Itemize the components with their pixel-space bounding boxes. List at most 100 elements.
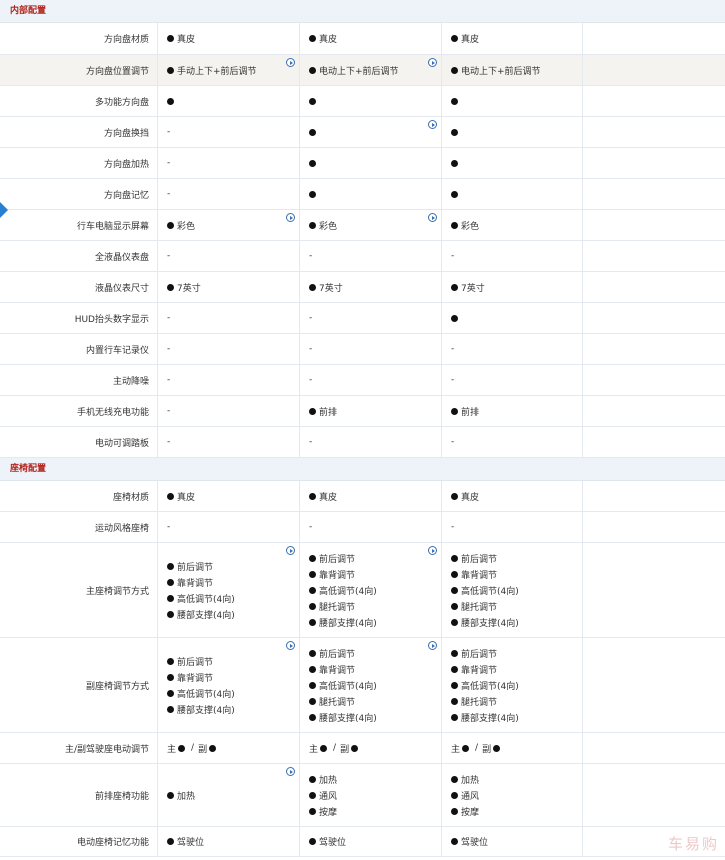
spec-cell: 7英寸 (442, 272, 583, 302)
play-video-icon[interactable] (428, 641, 437, 650)
spec-value-text: 彩色 (461, 221, 480, 232)
table-row: 液晶仪表尺寸 7英寸 7英寸 7英寸 (0, 272, 725, 303)
spec-value-line: 靠背调节 (167, 669, 299, 685)
spec-value-line: 通风 (309, 787, 441, 803)
spec-cell: 驾驶位 (158, 827, 300, 856)
spec-value-text: 腰部支撑(4向) (461, 713, 519, 724)
standard-dot-icon (309, 283, 316, 291)
spec-value-line: - (309, 248, 441, 264)
spec-cell: 驾驶位 (300, 827, 442, 856)
row-label: 方向盘记忆 (0, 179, 158, 209)
spec-value-line: - (167, 248, 299, 264)
spec-value-text: 靠背调节 (461, 570, 498, 581)
pair-main-label: 主 (167, 744, 177, 755)
spec-value-text: 前排 (461, 407, 480, 418)
play-video-icon[interactable] (428, 120, 437, 129)
spec-value-text: 按摩 (461, 807, 480, 818)
spec-value-line: 加热 (451, 771, 582, 787)
row-label: 方向盘换挡 (0, 117, 158, 147)
standard-dot-icon (451, 665, 458, 673)
row-label: 电动可调踏板 (0, 427, 158, 457)
spec-cell: 前后调节 靠背调节 高低调节(4向) 腿托调节 腰部支撑(4向) (442, 638, 583, 732)
standard-dot-icon (451, 35, 458, 42)
play-video-icon[interactable] (286, 641, 295, 650)
section-title: 座椅配置 (0, 458, 725, 481)
empty-column-cell (583, 117, 725, 147)
standard-dot-icon (451, 697, 458, 705)
standard-dot-icon (167, 221, 174, 229)
standard-dot-icon (167, 791, 174, 799)
standard-dot-icon (309, 681, 316, 689)
spec-value-line (309, 186, 441, 202)
play-video-icon[interactable] (286, 213, 295, 222)
spec-value-line: 高低调节(4向) (167, 590, 299, 606)
spec-value-text: 腿托调节 (461, 602, 498, 613)
spec-value-text: 腰部支撑(4向) (461, 618, 519, 629)
standard-dot-icon (167, 97, 174, 105)
table-row: 电动座椅记忆功能 驾驶位 驾驶位 驾驶位 (0, 827, 725, 857)
spec-cell: 真皮 (300, 481, 442, 511)
standard-dot-icon (451, 570, 458, 578)
spec-value-line: 真皮 (167, 31, 299, 47)
spec-value-line: - (309, 341, 441, 357)
table-row: 内置行车记录仪 - - - (0, 334, 725, 365)
empty-column-cell (583, 427, 725, 457)
play-video-icon[interactable] (286, 767, 295, 776)
spec-cell: - (158, 512, 300, 542)
spec-value-line: 靠背调节 (451, 566, 582, 582)
spec-cell: 前后调节 靠背调节 高低调节(4向) 腿托调节 腰部支撑(4向) (300, 638, 442, 732)
row-label: 行车电脑显示屏幕 (0, 210, 158, 240)
row-label: 座椅材质 (0, 481, 158, 511)
row-label: 内置行车记录仪 (0, 334, 158, 364)
standard-dot-icon (451, 775, 458, 783)
spec-value-text: 7英寸 (319, 283, 343, 294)
standard-dot-icon (309, 66, 316, 74)
spec-value-line: 彩色 (167, 217, 299, 233)
spec-value-line: 7英寸 (451, 279, 582, 295)
standard-dot-icon (309, 35, 316, 42)
spec-value-line: 7英寸 (167, 279, 299, 295)
spec-cell: 7英寸 (300, 272, 442, 302)
spec-cell: 真皮 (442, 23, 583, 54)
play-video-icon[interactable] (428, 58, 437, 67)
spec-value-line: 手动上下+前后调节 (167, 62, 299, 78)
spec-value-line: 靠背调节 (309, 566, 441, 582)
spec-value-line: 真皮 (451, 31, 582, 47)
standard-dot-icon (451, 681, 458, 689)
spec-value-text: 靠背调节 (319, 570, 356, 581)
spec-cell: 前后调节 靠背调节 高低调节(4向) 腿托调节 腰部支撑(4向) (300, 543, 442, 637)
standard-dot-icon (167, 610, 174, 618)
spec-value-text: - (451, 375, 455, 385)
standard-dot-icon (309, 221, 316, 229)
empty-column-cell (583, 23, 725, 54)
play-video-icon[interactable] (428, 546, 437, 555)
driver-passenger-pair: 主 / 副 (451, 742, 582, 755)
collapse-arrow-icon[interactable] (0, 202, 8, 218)
play-video-icon[interactable] (286, 546, 295, 555)
empty-column-cell (583, 512, 725, 542)
spec-value-text: 加热 (177, 791, 196, 802)
play-video-icon[interactable] (286, 58, 295, 67)
table-row: 方向盘位置调节 手动上下+前后调节 电动上下+前后调节 电动上下+前后调节 (0, 55, 725, 86)
standard-dot-icon (309, 665, 316, 673)
spec-value-text: 腰部支撑(4向) (319, 618, 377, 629)
spec-cell: 驾驶位 (442, 827, 583, 856)
spec-value-line: 腿托调节 (451, 693, 582, 709)
spec-value-line (451, 155, 582, 171)
standard-dot-icon (167, 594, 174, 602)
spec-value-line: 驾驶位 (167, 834, 299, 850)
pair-passenger-label: 副 (198, 744, 208, 755)
spec-value-line: - (451, 434, 582, 450)
play-video-icon[interactable] (428, 213, 437, 222)
spec-cell: 主 / 副 (158, 733, 300, 763)
standard-dot-icon (451, 838, 458, 845)
spec-value-text: 驾驶位 (319, 838, 347, 848)
spec-cell: - (300, 303, 442, 333)
standard-dot-icon (451, 283, 458, 291)
spec-cell: - (442, 334, 583, 364)
pair-main-label: 主 (451, 744, 461, 755)
spec-value-text: 手动上下+前后调节 (177, 66, 257, 77)
spec-value-text: - (309, 313, 313, 323)
standard-dot-icon (351, 744, 359, 752)
spec-value-line: 真皮 (309, 488, 441, 504)
